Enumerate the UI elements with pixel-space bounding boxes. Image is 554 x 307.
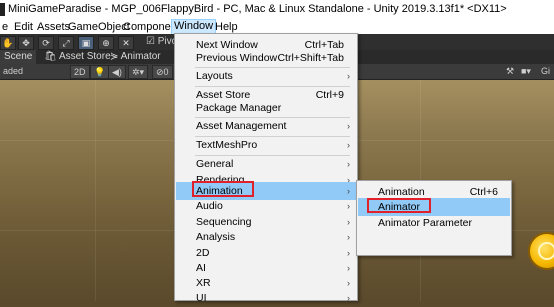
menu-item-ui[interactable]: UI ›: [176, 289, 356, 307]
menu-item-label: TextMeshPro: [196, 139, 258, 151]
menu-item-label: UI: [196, 292, 207, 304]
coin-sprite[interactable]: [528, 232, 554, 270]
tab-animator[interactable]: ⋟ Animator: [106, 50, 165, 64]
store-icon: 🛍: [44, 51, 57, 62]
submenu-arrow-icon: ›: [347, 71, 350, 81]
menu-item-label: Previous Window: [196, 52, 278, 64]
shading-mode-dropdown[interactable]: aded: [0, 65, 26, 77]
menu-item-package-manager[interactable]: Package Manager: [176, 99, 356, 117]
submenu-arrow-icon: ›: [347, 140, 350, 150]
tab-scene-label: Scene: [4, 51, 33, 62]
menu-item-textmeshpro[interactable]: TextMeshPro ›: [176, 136, 356, 154]
animator-icon: ⋟: [110, 51, 119, 62]
hidden-objects-icon[interactable]: ⊘0: [152, 65, 173, 79]
menu-item-layouts[interactable]: Layouts ›: [176, 67, 356, 85]
gizmos-dropdown[interactable]: Gi: [538, 65, 553, 77]
tab-asset-store[interactable]: 🛍 Asset Store: [40, 50, 115, 64]
pivot-checkbox-icon: ☑: [146, 36, 155, 47]
audio-toggle-icon[interactable]: ◀): [108, 65, 126, 79]
animation-submenu: Animation Ctrl+6 Animator Animator Param…: [356, 180, 512, 256]
menu-help[interactable]: Help: [213, 20, 240, 34]
menu-item-label: Asset Management: [196, 120, 287, 132]
submenu-arrow-icon: ›: [347, 293, 350, 303]
menu-item-label: Animator Parameter: [378, 217, 472, 229]
menu-bar: e Edit Assets GameObject Component Windo…: [0, 19, 554, 35]
menu-item-label: Layouts: [196, 70, 233, 82]
lighting-toggle-icon[interactable]: 💡: [90, 65, 110, 79]
effects-toggle-icon[interactable]: ✲▾: [128, 65, 149, 79]
transform-icon[interactable]: ⊕: [98, 36, 114, 50]
menu-item-previous-window[interactable]: Previous Window Ctrl+Shift+Tab: [176, 49, 356, 67]
tab-scene[interactable]: Scene: [0, 50, 37, 64]
menu-edit[interactable]: Edit: [12, 20, 35, 34]
custom-icon[interactable]: ✕: [118, 36, 134, 50]
pivot-toggle[interactable]: ☑ Pivo: [146, 36, 177, 47]
hand-icon[interactable]: ✋: [0, 36, 16, 50]
tab-animator-label: Animator: [120, 51, 161, 62]
window-title: MiniGameParadise - MGP_006FlappyBird - P…: [8, 3, 507, 15]
submenu-item-animator-parameter[interactable]: Animator Parameter: [358, 214, 510, 232]
rect-icon[interactable]: ▣: [78, 36, 94, 50]
move-icon[interactable]: ✥: [18, 36, 34, 50]
title-bar: MiniGameParadise - MGP_006FlappyBird - P…: [0, 0, 554, 19]
window-menu: Next Window Ctrl+Tab Previous Window Ctr…: [174, 33, 358, 304]
unity-app-icon: [0, 3, 5, 16]
toggle-2d-button[interactable]: 2D: [70, 65, 90, 79]
menu-item-label: Package Manager: [196, 102, 282, 114]
menu-file[interactable]: e: [0, 20, 10, 34]
coin-sprite-inner: [538, 242, 554, 260]
rotate-icon[interactable]: ⟳: [38, 36, 54, 50]
annotation-highlight-animation: [192, 181, 254, 197]
grid-line: [95, 80, 96, 301]
menu-item-asset-management[interactable]: Asset Management ›: [176, 117, 356, 135]
scale-icon[interactable]: ⤢: [58, 36, 74, 50]
menu-item-shortcut: Ctrl+Shift+Tab: [277, 52, 344, 64]
annotation-highlight-animator: [367, 198, 431, 213]
camera-settings-icon[interactable]: ■▾: [518, 65, 534, 77]
tools-settings-icon[interactable]: ⚒: [503, 65, 517, 77]
tab-asset-store-label: Asset Store: [58, 51, 111, 62]
submenu-arrow-icon: ›: [347, 121, 350, 131]
